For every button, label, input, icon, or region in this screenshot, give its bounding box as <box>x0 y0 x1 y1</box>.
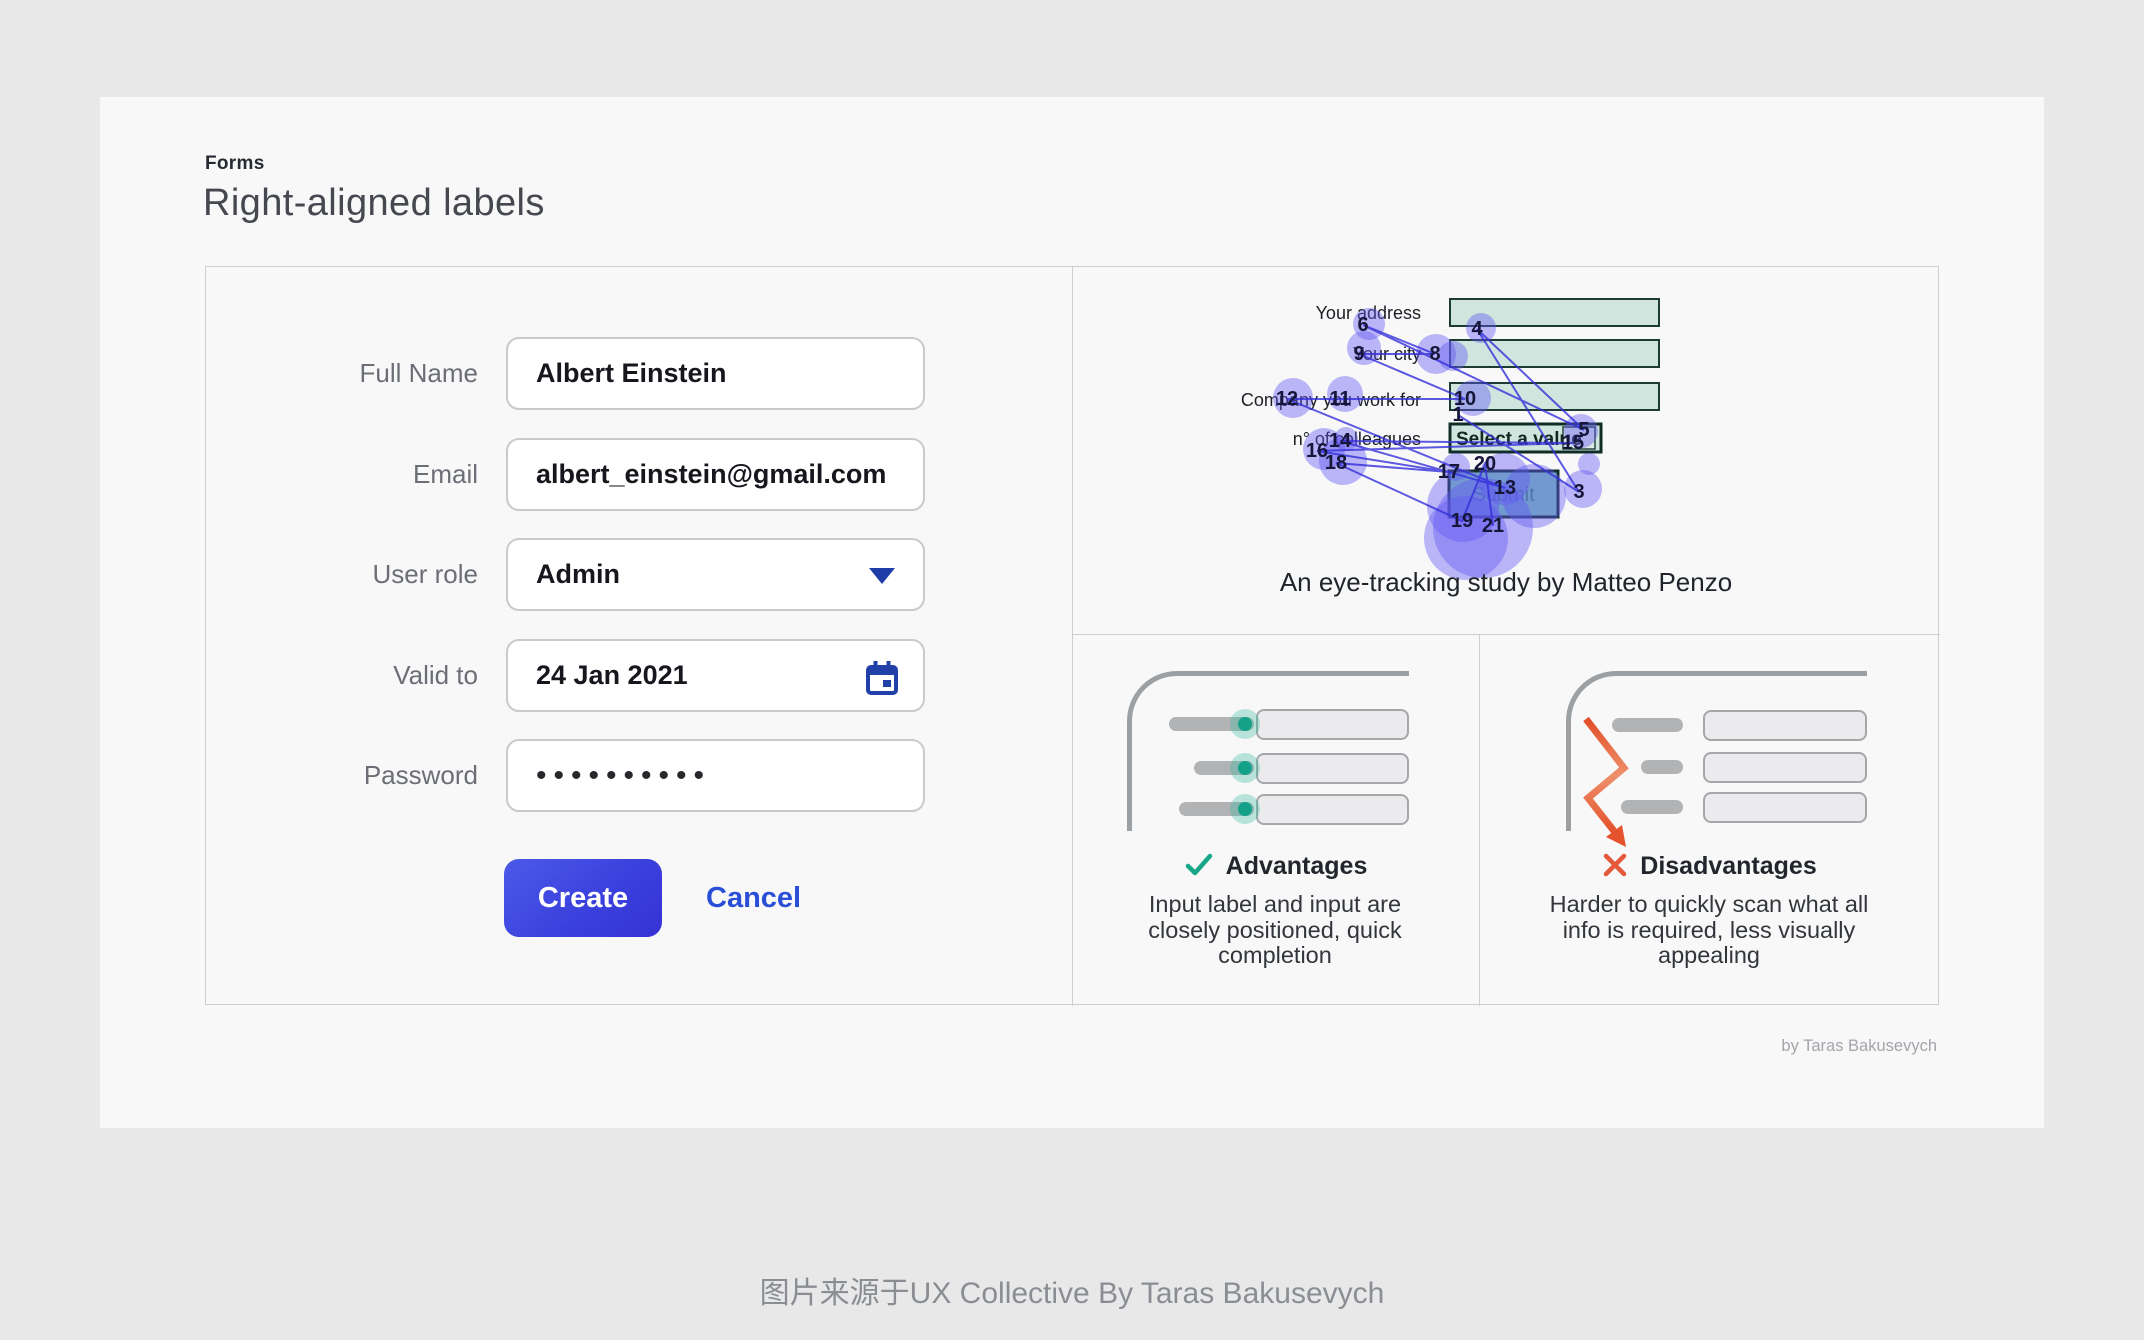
check-icon <box>1184 852 1214 885</box>
mock-label-bar <box>1641 760 1683 774</box>
disadvantages-title: Disadvantages <box>1640 852 1816 880</box>
svg-text:20: 20 <box>1474 453 1496 475</box>
image-source-caption: 图片来源于UX Collective By Taras Bakusevych <box>0 1268 2144 1312</box>
mock-input <box>1256 753 1409 784</box>
validto-label: Valid to <box>206 639 478 712</box>
main-panel: Full Name Albert Einstein Email albert_e… <box>205 266 1939 1005</box>
create-button[interactable]: Create <box>504 859 662 937</box>
advantages-heading: Advantages <box>1072 852 1479 885</box>
email-value: albert_einstein@gmail.com <box>536 440 886 509</box>
calendar-icon[interactable] <box>865 659 899 702</box>
disadvantages-heading: Disadvantages <box>1479 852 1940 885</box>
page: Forms Right-aligned labels Full Name Alb… <box>0 0 2144 1340</box>
mock-input <box>1703 792 1867 823</box>
svg-text:17: 17 <box>1438 461 1460 483</box>
email-input[interactable]: albert_einstein@gmail.com <box>506 438 925 511</box>
mock-input <box>1256 709 1409 740</box>
svg-text:19: 19 <box>1451 510 1473 532</box>
form-row-fullname: Full Name Albert Einstein <box>206 337 1072 410</box>
password-label: Password <box>206 739 478 812</box>
svg-text:11: 11 <box>1329 388 1350 410</box>
email-label: Email <box>206 438 478 511</box>
gaze-dot-icon <box>1230 794 1260 824</box>
password-input[interactable]: •••••••••• <box>506 739 925 812</box>
mock-input <box>1703 710 1867 741</box>
gaze-dot-icon <box>1230 709 1260 739</box>
form-row-validto: Valid to 24 Jan 2021 <box>206 639 1072 712</box>
validto-datepicker[interactable]: 24 Jan 2021 <box>506 639 925 712</box>
userrole-value: Admin <box>536 540 620 609</box>
form-row-email: Email albert_einstein@gmail.com <box>206 438 1072 511</box>
mock-input <box>1256 794 1409 825</box>
userrole-label: User role <box>206 538 478 611</box>
disadvantages-panel: Disadvantages Harder to quickly scan wha… <box>1479 634 1940 1006</box>
advantages-title: Advantages <box>1226 852 1368 880</box>
page-title: Right-aligned labels <box>203 182 545 225</box>
fullname-label: Full Name <box>206 337 478 410</box>
svg-text:6: 6 <box>1357 314 1368 336</box>
zigzag-arrow-icon <box>1574 709 1644 854</box>
advantages-body: Input label and input are closely positi… <box>1115 892 1435 969</box>
userrole-select[interactable]: Admin <box>506 538 925 611</box>
eye-tracking-gaze-plot: Your addressYour cityCompany you work fo… <box>1241 286 1901 596</box>
form-row-userrole: User role Admin <box>206 538 1072 611</box>
svg-text:3: 3 <box>1573 481 1584 503</box>
eyetrack-caption: An eye-tracking study by Matteo Penzo <box>1072 567 1940 598</box>
fullname-value: Albert Einstein <box>536 339 727 408</box>
svg-text:15: 15 <box>1562 432 1584 454</box>
author-byline: by Taras Bakusevych <box>1781 1037 1937 1056</box>
mock-input <box>1703 752 1867 783</box>
svg-text:8: 8 <box>1429 343 1440 365</box>
svg-text:14: 14 <box>1329 430 1352 452</box>
svg-text:4: 4 <box>1471 318 1483 340</box>
form-row-password: Password •••••••••• <box>206 739 1072 812</box>
password-value: •••••••••• <box>536 741 711 810</box>
advantages-panel: Advantages Input label and input are clo… <box>1072 634 1479 1006</box>
svg-text:10: 10 <box>1454 388 1476 410</box>
x-icon <box>1602 852 1628 885</box>
cancel-button[interactable]: Cancel <box>706 859 826 937</box>
svg-text:21: 21 <box>1482 515 1504 537</box>
svg-text:12: 12 <box>1276 388 1298 410</box>
section-eyebrow: Forms <box>205 153 265 175</box>
svg-text:13: 13 <box>1494 477 1516 499</box>
svg-text:9: 9 <box>1353 343 1364 365</box>
chevron-down-icon <box>869 568 895 584</box>
svg-text:18: 18 <box>1325 452 1347 474</box>
fullname-input[interactable]: Albert Einstein <box>506 337 925 410</box>
gaze-dot-icon <box>1230 753 1260 783</box>
disadvantages-body: Harder to quickly scan what all info is … <box>1535 892 1883 969</box>
validto-value: 24 Jan 2021 <box>536 641 688 710</box>
